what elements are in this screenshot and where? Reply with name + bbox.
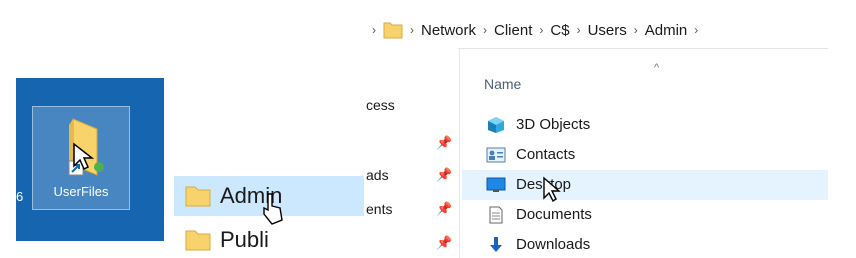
pin-icon: 📌	[436, 167, 453, 182]
chevron-right-icon[interactable]: ›	[634, 23, 638, 37]
quick-access-label: ads	[366, 167, 389, 183]
sort-ascending-icon: ^	[654, 62, 660, 74]
address-bar[interactable]: › › Network › Client › C$ › Users › Admi…	[366, 12, 828, 49]
desktop-partial-label: 6	[16, 189, 24, 204]
chevron-right-icon[interactable]: ›	[372, 23, 376, 37]
file-name: Desktop	[516, 176, 572, 193]
chevron-right-icon[interactable]: ›	[410, 23, 414, 37]
column-header-name[interactable]: Name	[484, 76, 521, 92]
file-row-desktop[interactable]: Desktop	[462, 170, 828, 200]
userfiles-shortcut[interactable]: UserFiles	[32, 106, 130, 210]
folder-icon	[185, 230, 211, 251]
file-row-contacts[interactable]: Contacts	[462, 140, 828, 170]
quick-access-pane: cess 📌 ads 📌 ents 📌 📌	[366, 48, 458, 258]
folder-icon	[383, 22, 403, 39]
nav-item-admin[interactable]: Admin	[174, 176, 364, 216]
quick-access-item[interactable]: 📌	[366, 128, 458, 158]
pin-icon: 📌	[436, 235, 453, 250]
nav-item-public[interactable]: Publi	[174, 220, 364, 258]
quick-access-label: cess	[366, 97, 395, 113]
quick-access-label: ents	[366, 201, 393, 217]
downloads-icon	[490, 237, 502, 252]
nav-item-label: Publi	[220, 227, 269, 252]
chevron-right-icon[interactable]: ›	[539, 23, 543, 37]
chevron-right-icon[interactable]: ›	[483, 23, 487, 37]
breadcrumb-network[interactable]: Network	[421, 22, 476, 39]
contacts-icon	[486, 147, 506, 163]
file-name: Contacts	[516, 146, 576, 163]
pin-icon: 📌	[436, 135, 453, 150]
file-explorer-window: › › Network › Client › C$ › Users › Admi…	[366, 0, 828, 258]
desktop-background: 6 UserFiles	[16, 78, 164, 241]
file-row-3d-objects[interactable]: 3D Objects	[462, 110, 828, 140]
file-name: Documents	[516, 206, 592, 223]
breadcrumb-c-share[interactable]: C$	[550, 22, 569, 39]
file-row-documents[interactable]: Documents	[462, 200, 828, 230]
breadcrumb-users[interactable]: Users	[588, 22, 627, 39]
desktop-folder-icon	[486, 177, 506, 192]
file-name: Downloads	[516, 236, 591, 253]
breadcrumb: › › Network › Client › C$ › Users › Admi…	[372, 18, 698, 42]
quick-access-item[interactable]: ents 📌	[366, 194, 458, 224]
chevron-right-icon[interactable]: ›	[577, 23, 581, 37]
breadcrumb-client[interactable]: Client	[494, 22, 532, 39]
file-list: ^ Name 3D Objects Contacts Desktop Docum…	[462, 48, 828, 258]
userfiles-label: UserFiles	[53, 184, 109, 199]
3d-objects-icon	[488, 117, 504, 133]
pin-icon: 📌	[436, 201, 453, 216]
nav-item-label: Admin	[220, 183, 283, 208]
navigation-pane: Admin Publi	[174, 170, 364, 258]
quick-access-item[interactable]: cess	[366, 90, 458, 120]
folder-shortcut-icon	[68, 118, 104, 176]
documents-icon	[489, 206, 503, 224]
file-name: 3D Objects	[516, 116, 591, 133]
breadcrumb-admin[interactable]: Admin	[645, 22, 688, 39]
folder-icon	[185, 186, 211, 207]
pane-divider[interactable]	[459, 48, 460, 258]
quick-access-item[interactable]: ads 📌	[366, 160, 458, 190]
file-row-downloads[interactable]: Downloads	[462, 230, 828, 258]
quick-access-item[interactable]: 📌	[366, 228, 458, 258]
chevron-right-icon[interactable]: ›	[694, 23, 698, 37]
